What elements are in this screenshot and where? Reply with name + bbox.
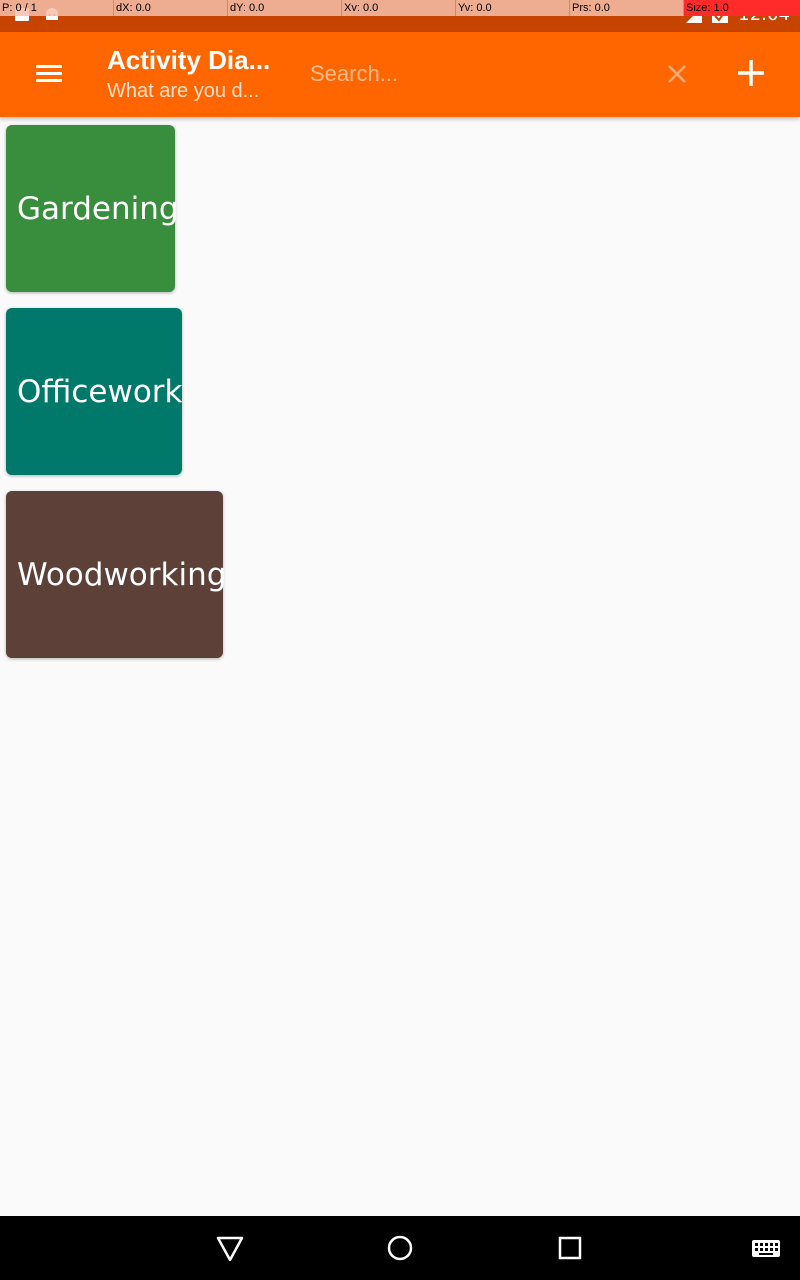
- activity-card-gardening[interactable]: Gardening: [6, 125, 179, 292]
- clear-search-button[interactable]: [660, 56, 694, 92]
- pointer-yv: Yv: 0.0: [456, 0, 570, 16]
- pointer-location-overlay: P: 0 / 1 dX: 0.0 dY: 0.0 Xv: 0.0 Yv: 0.0…: [0, 0, 800, 16]
- add-icon: [738, 60, 764, 86]
- pointer-pressure: Prs: 0.0: [570, 0, 684, 16]
- pointer-size: Size: 1.0: [684, 0, 800, 16]
- home-button[interactable]: [384, 1232, 416, 1264]
- activity-label: Officework: [17, 373, 183, 410]
- menu-icon-bar: [36, 72, 62, 75]
- clear-icon: [668, 65, 686, 83]
- app-toolbar: Activity Dia... What are you d...: [0, 32, 800, 117]
- activity-label: Gardening: [17, 190, 179, 227]
- back-icon: [216, 1236, 244, 1262]
- app-subtitle: What are you d...: [107, 80, 260, 102]
- pointer-count: P: 0 / 1: [0, 0, 114, 16]
- menu-icon-bar: [36, 79, 62, 82]
- activity-label: Woodworking: [17, 556, 227, 593]
- back-button[interactable]: [214, 1232, 246, 1264]
- app-title: Activity Dia...: [107, 45, 271, 75]
- recents-icon: [558, 1236, 582, 1260]
- search-input[interactable]: [300, 54, 640, 94]
- title-block: Activity Dia... What are you d...: [107, 44, 277, 104]
- navigation-bar: [0, 1216, 800, 1280]
- recents-button[interactable]: [554, 1232, 586, 1264]
- pointer-xv: Xv: 0.0: [342, 0, 456, 16]
- pointer-dx: dX: 0.0: [114, 0, 228, 16]
- pointer-dy: dY: 0.0: [228, 0, 342, 16]
- menu-icon: [36, 65, 62, 68]
- keyboard-button[interactable]: [750, 1232, 782, 1264]
- home-icon: [387, 1235, 413, 1261]
- activity-card-woodworking[interactable]: Woodworking: [6, 491, 227, 658]
- menu-button[interactable]: [25, 52, 73, 96]
- add-activity-button[interactable]: [732, 54, 772, 94]
- keyboard-icon: [752, 1240, 780, 1257]
- activity-card-officework[interactable]: Officework: [6, 308, 183, 475]
